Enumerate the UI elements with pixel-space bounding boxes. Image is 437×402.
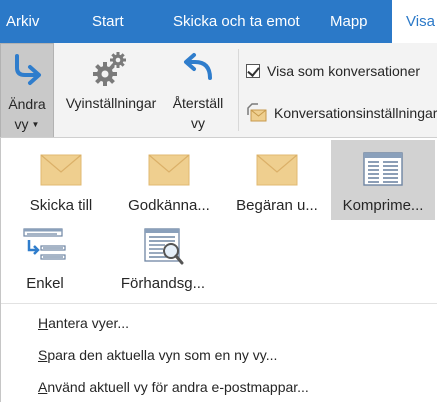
change-view-arrow-icon [1, 50, 53, 90]
compact-view-icon [331, 152, 435, 186]
simple-view-icon [7, 228, 83, 266]
view-item-label: Förhandsg... [120, 275, 206, 292]
change-view-label-line1: Ändra [8, 96, 46, 112]
view-item-forhandsgranskning[interactable]: Förhandsg... [111, 220, 215, 298]
conversation-settings-button[interactable]: Konversationsinställningar [246, 103, 437, 123]
view-item-label: Begäran u... [236, 197, 318, 214]
menu-item-label: para den aktuella vyn som en ny vy... [47, 347, 278, 363]
tab-arkiv[interactable]: Arkiv [6, 0, 39, 43]
reset-view-label-line2: vy [191, 115, 205, 131]
reset-view-button[interactable]: Återställ vy [164, 43, 232, 137]
checkbox-checked-icon [246, 64, 260, 78]
change-view-dropdown: Skicka till Godkänna... Begäran u... Kom… [0, 138, 437, 402]
change-view-label-line2: vy [14, 116, 29, 132]
tab-start[interactable]: Start [92, 0, 124, 43]
preview-view-icon [111, 228, 215, 268]
conversation-settings-icon [246, 103, 268, 123]
access-key: S [38, 347, 48, 363]
view-item-enkel[interactable]: Enkel [7, 220, 83, 298]
reset-arrow-icon [164, 49, 232, 89]
menu-item-label: antera vyer... [48, 315, 130, 331]
menu-item-label: nvänd aktuell vy för andra e-postmappar.… [47, 379, 309, 395]
ribbon-group-separator [238, 49, 239, 131]
ribbon-body: Ändra vy ▼ Vyinställningar Återställ vy … [0, 43, 437, 138]
save-view-menu-item[interactable]: Spara den aktuella vyn som en ny vy... [38, 347, 277, 363]
ribbon-tab-bar: Arkiv Start Skicka och ta emot Mapp Visa [0, 0, 437, 43]
view-item-godkanna[interactable]: Godkänna... [115, 140, 223, 220]
gears-icon [58, 49, 164, 89]
view-settings-label: Vyinställningar [65, 95, 157, 111]
conversation-settings-label: Konversationsinställningar [274, 105, 437, 121]
view-item-label: Enkel [26, 275, 64, 292]
tab-skicka-och-ta-emot[interactable]: Skicka och ta emot [173, 0, 300, 43]
view-settings-button[interactable]: Vyinställningar [58, 43, 164, 137]
envelope-icon [7, 154, 115, 186]
envelope-icon [115, 154, 223, 186]
manage-views-menu-item[interactable]: Hantera vyer... [38, 315, 129, 331]
change-view-button[interactable]: Ändra vy ▼ [0, 43, 54, 137]
view-item-skicka-till[interactable]: Skicka till [7, 140, 115, 220]
tab-visa[interactable]: Visa [392, 0, 437, 43]
view-item-begaran[interactable]: Begäran u... [223, 140, 331, 220]
show-as-conversations-checkbox[interactable]: Visa som konversationer [246, 63, 420, 79]
access-key: H [38, 315, 49, 331]
reset-view-label-line1: Återställ [172, 95, 224, 111]
view-item-label: Godkänna... [128, 197, 210, 214]
tab-mapp[interactable]: Mapp [330, 0, 368, 43]
view-item-label: Skicka till [29, 197, 93, 214]
view-item-label: Komprime... [342, 197, 424, 214]
apply-view-menu-item[interactable]: Använd aktuell vy för andra e-postmappar… [38, 379, 309, 395]
chevron-down-icon: ▼ [31, 120, 40, 129]
envelope-icon [223, 154, 331, 186]
show-as-conversations-label: Visa som konversationer [267, 63, 421, 79]
menu-divider [1, 303, 437, 304]
access-key: A [38, 379, 48, 395]
view-item-komprimerad[interactable]: Komprime... [331, 140, 435, 220]
